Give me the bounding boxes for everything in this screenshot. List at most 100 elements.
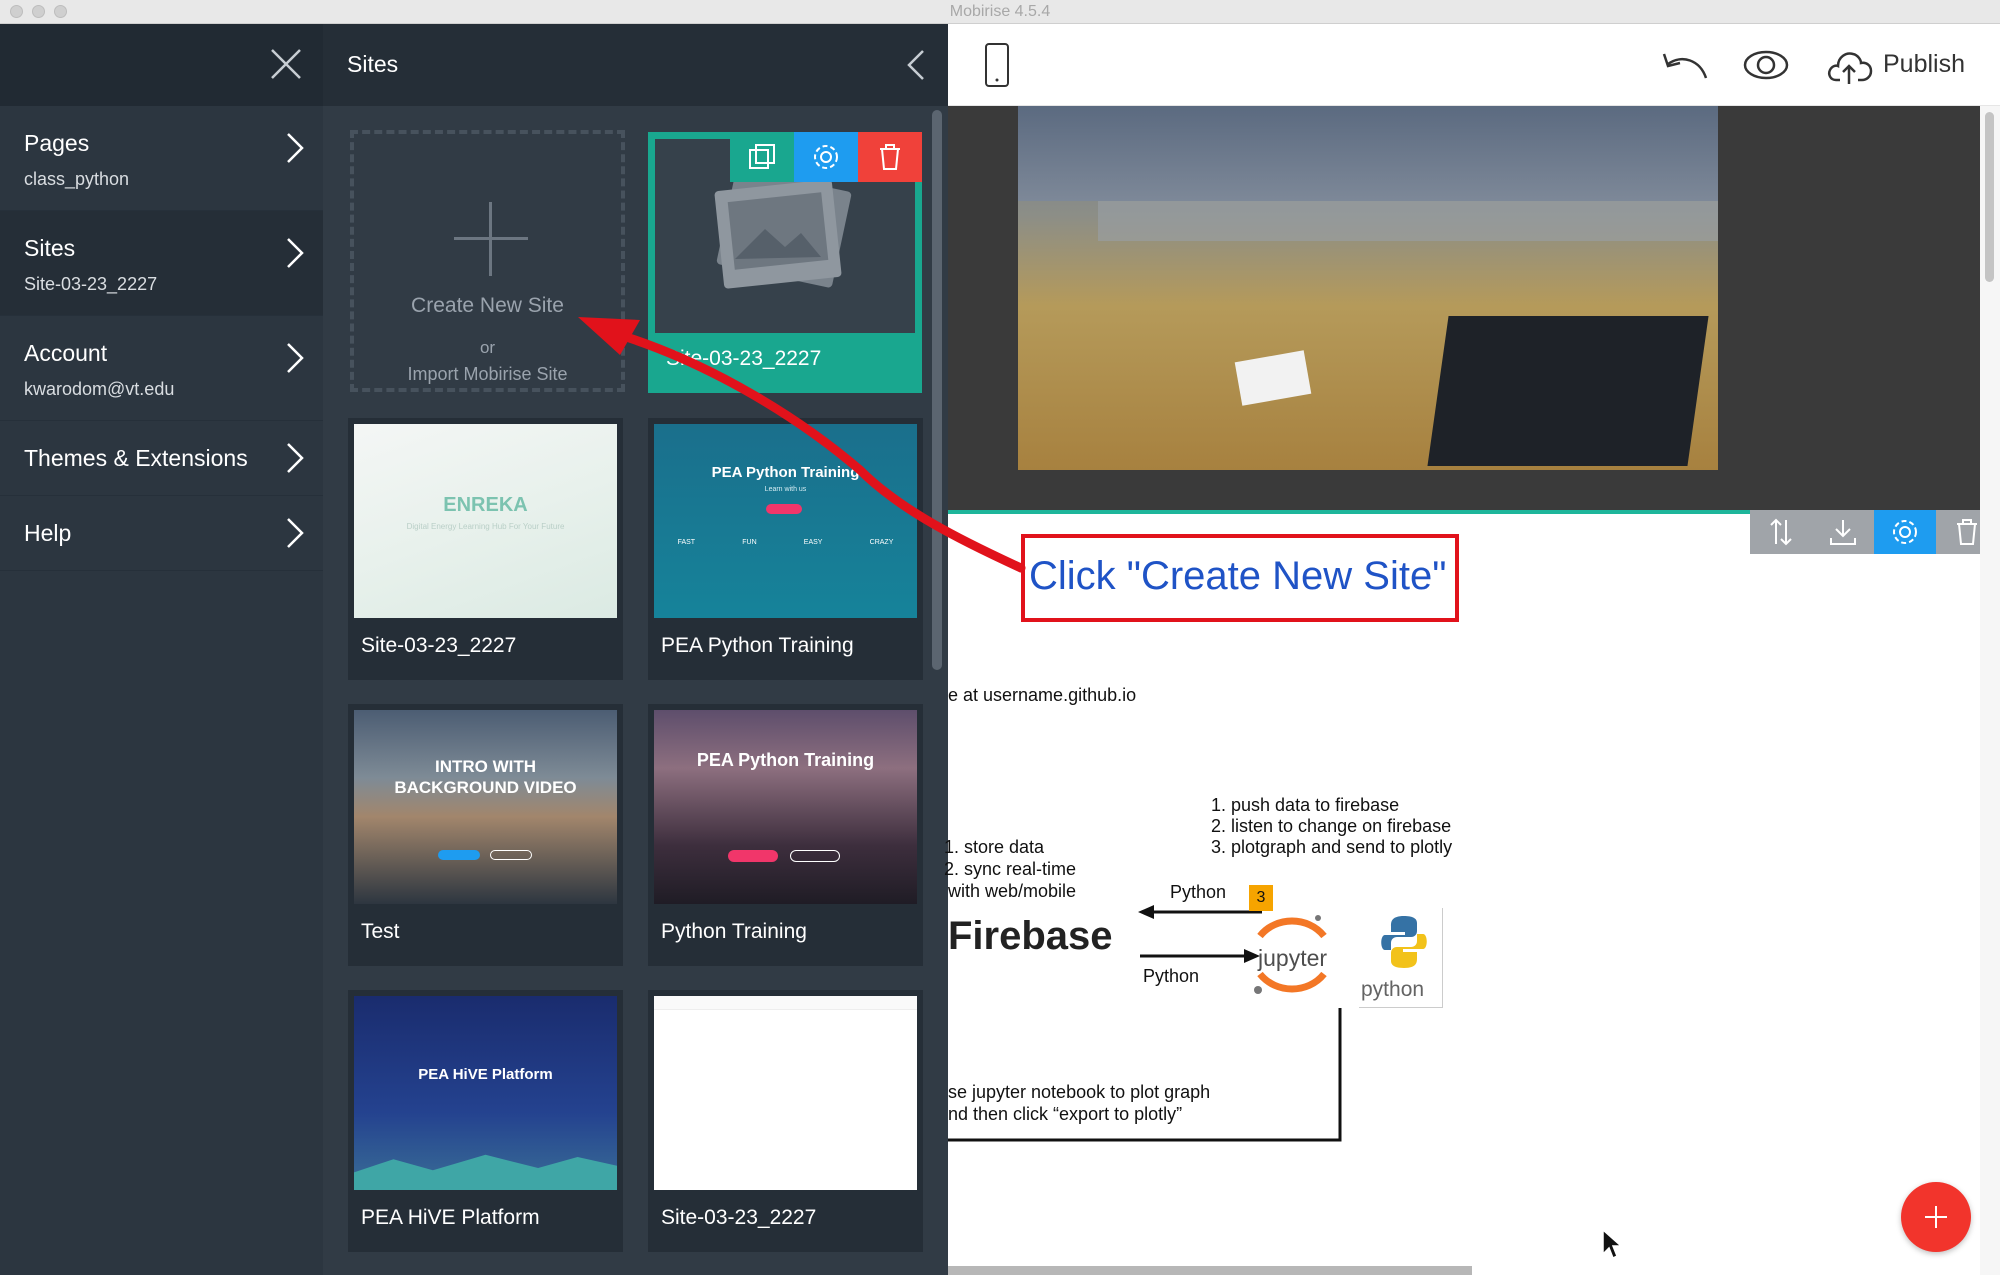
site-name: Test <box>361 920 400 943</box>
duplicate-site-button[interactable] <box>730 132 794 182</box>
site-tile[interactable]: Site-03-23_2227 <box>648 990 923 1252</box>
menu-item-account[interactable]: Account kwarodom@vt.edu <box>0 316 323 421</box>
publish-button[interactable]: Publish <box>1883 50 1965 79</box>
editor-toolbar: Publish <box>948 24 2000 106</box>
chevron-left-icon[interactable] <box>906 48 926 82</box>
save-block-button[interactable] <box>1812 510 1874 554</box>
firebase-logo: Firebase <box>948 914 1113 958</box>
menu-item-label: Pages <box>24 130 90 156</box>
menu-item-sub: Site-03-23_2227 <box>24 274 158 294</box>
menu-item-label: Account <box>24 340 108 366</box>
thumb-button <box>790 850 840 862</box>
thumb-title: PEA Python Training <box>696 750 875 770</box>
chevron-right-icon <box>287 238 304 268</box>
site-tile[interactable]: PEA HiVE Platform PEA HiVE Platform <box>348 990 623 1252</box>
gear-icon <box>814 145 838 169</box>
download-icon <box>1830 520 1856 545</box>
sites-header: Sites <box>323 24 948 106</box>
python-logo: python <box>1361 978 1425 1001</box>
site-name: Site-03-23_2227 <box>661 1206 817 1229</box>
menu-item-pages[interactable]: Pages class_python <box>0 106 323 211</box>
duplicate-icon <box>749 144 775 169</box>
editor-scrollbar[interactable] <box>1980 106 2000 1275</box>
delete-site-button[interactable] <box>858 132 922 182</box>
thumb-navbar <box>654 996 917 1010</box>
chevron-right-icon <box>287 133 304 163</box>
undo-icon[interactable] <box>1660 46 1710 86</box>
menu-item-help[interactable]: Help <box>0 496 323 571</box>
thumb-title: PEA HiVE Platform <box>418 1066 553 1083</box>
mobile-view-icon[interactable] <box>984 42 1010 88</box>
cloud-upload-icon[interactable] <box>1826 46 1874 86</box>
import-site-label[interactable]: Import Mobirise Site <box>354 364 621 385</box>
github-text: e at username.github.io <box>948 685 1137 705</box>
photo-tablet <box>1234 350 1312 406</box>
create-new-site-button[interactable]: Create New Site or Import Mobirise Site <box>350 130 625 392</box>
horizontal-scrollbar[interactable] <box>948 1266 1472 1275</box>
site-settings-button[interactable] <box>794 132 858 182</box>
menu-item-themes-extensions[interactable]: Themes & Extensions <box>0 421 323 496</box>
site-thumbnail <box>654 996 917 1190</box>
title-bar: Mobirise 4.5.4 <box>0 0 2000 24</box>
site-tile[interactable]: INTRO WITH BACKGROUND VIDEO Test <box>348 704 623 966</box>
bottom-note: nd then click “export to plotly” <box>948 1104 1183 1124</box>
chevron-right-icon <box>287 518 304 548</box>
jupyter-step: 3. plotgraph and send to plotly <box>1211 837 1453 857</box>
thumb-subtitle: Learn with us <box>764 486 807 493</box>
create-new-site-label: Create New Site <box>411 294 564 317</box>
jupyter-step: 1. push data to firebase <box>1211 795 1400 815</box>
main-menu: Pages class_python Sites Site-03-23_2227… <box>0 24 323 1275</box>
site-name: Site-03-23_2227 <box>361 634 517 657</box>
thumb-button <box>728 850 778 862</box>
site-tile[interactable]: PEA Python Training Python Training <box>648 704 923 966</box>
trash-icon <box>880 144 900 170</box>
python-logo-icon <box>1381 916 1427 968</box>
site-thumbnail: ENREKA Digital Energy Learning Hub For Y… <box>354 424 617 618</box>
block-tools <box>1750 510 1998 554</box>
site-tile[interactable]: PEA Python Training Learn with us FAST F… <box>648 418 923 680</box>
thumb-features: FAST FUN EASY CRAZY <box>654 539 917 546</box>
or-label: or <box>479 338 496 357</box>
site-thumbnail: INTRO WITH BACKGROUND VIDEO <box>354 710 617 904</box>
close-icon[interactable] <box>268 46 304 82</box>
site-tile[interactable]: ENREKA Digital Energy Learning Hub For Y… <box>348 418 623 680</box>
photo-people-row <box>1098 201 1718 241</box>
photo-background <box>1018 106 1718 201</box>
menu-item-sites[interactable]: Sites Site-03-23_2227 <box>0 211 323 316</box>
sites-title: Sites <box>347 51 399 77</box>
thumb-title: ENREKA <box>443 494 528 516</box>
sites-scrollbar[interactable] <box>932 110 942 670</box>
thumb-button <box>766 504 802 514</box>
menu-item-sub: class_python <box>24 169 130 189</box>
editor-scroll-thumb[interactable] <box>1985 112 1994 282</box>
firebase-step: 1. store data <box>944 837 1045 857</box>
sort-arrows-icon <box>1770 518 1792 546</box>
site-thumbnail: PEA HiVE Platform <box>354 996 617 1190</box>
menu-item-sub: kwarodom@vt.edu <box>24 379 175 399</box>
move-block-button[interactable] <box>1750 510 1812 554</box>
step-badge: 3 <box>1249 885 1273 911</box>
annotation-callout: Click "Create New Site" <box>1021 534 1459 622</box>
site-name: PEA Python Training <box>661 634 854 657</box>
add-block-button[interactable] <box>1901 1182 1971 1252</box>
firebase-step: 2. sync real-time <box>944 859 1077 879</box>
jupyter-logo: jupyter <box>1258 945 1328 971</box>
photo-laptop <box>1427 316 1709 466</box>
block-divider <box>948 510 1783 514</box>
thumb-title: INTRO WITH BACKGROUND VIDEO <box>394 757 577 797</box>
site-thumbnail: PEA Python Training Learn with us FAST F… <box>654 424 917 618</box>
thumb-button <box>438 850 480 860</box>
mouse-cursor-icon <box>1602 1228 1623 1260</box>
menu-item-label: Sites <box>24 235 76 261</box>
thumb-button <box>490 850 532 860</box>
python-label-top: Python <box>1170 882 1227 902</box>
thumb-feature: FUN <box>742 539 757 546</box>
thumb-subtitle: Digital Energy Learning Hub For Your Fut… <box>406 522 565 531</box>
thumb-feature: FAST <box>677 539 696 546</box>
menu-item-label: Help <box>24 520 72 546</box>
plus-icon <box>1925 1206 1947 1228</box>
plus-icon-stem <box>489 202 492 276</box>
gear-icon <box>1893 520 1917 544</box>
block-settings-button[interactable] <box>1874 510 1936 554</box>
preview-eye-icon[interactable] <box>1742 48 1790 82</box>
